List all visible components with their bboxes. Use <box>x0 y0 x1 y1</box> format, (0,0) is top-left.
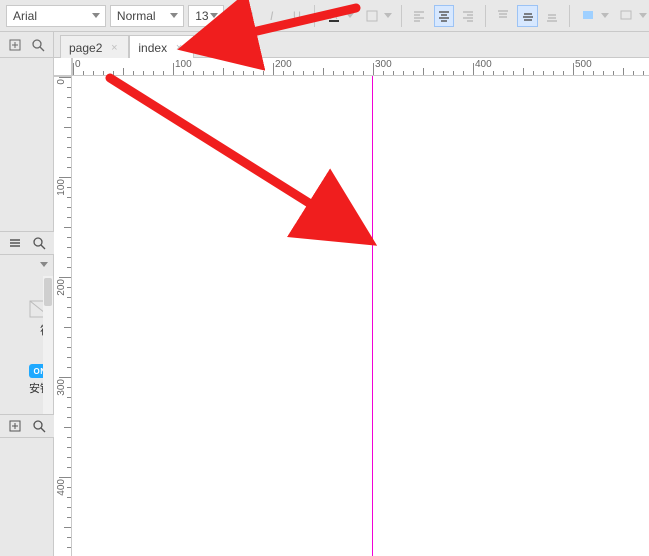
fill-color-icon[interactable] <box>577 5 599 27</box>
ruler-corner <box>54 58 72 76</box>
svg-text:I: I <box>270 9 274 23</box>
chevron-down-icon[interactable] <box>344 5 356 27</box>
align-right-button[interactable] <box>458 5 478 27</box>
close-icon[interactable]: × <box>173 42 185 54</box>
more-format-icon[interactable] <box>360 5 382 27</box>
scroll-thumb[interactable] <box>44 278 52 306</box>
tab-page2[interactable]: page2 × <box>60 35 129 59</box>
valign-bottom-button[interactable] <box>542 5 562 27</box>
masters-panel-header <box>0 414 54 438</box>
font-size-select[interactable]: 13 <box>188 5 223 27</box>
chevron-down-icon[interactable] <box>599 5 611 27</box>
search-icon[interactable] <box>29 36 47 54</box>
font-family-value: Arial <box>13 9 37 23</box>
italic-button[interactable]: I <box>263 5 283 27</box>
horizontal-ruler[interactable]: 0100200300400500 <box>72 58 649 76</box>
vertical-guide[interactable] <box>372 76 373 556</box>
valign-top-button[interactable] <box>493 5 513 27</box>
tab-index[interactable]: index × <box>129 35 194 59</box>
document-tabs: page2 × index × <box>54 32 194 58</box>
bold-button[interactable]: B <box>238 5 258 27</box>
fill-color-split[interactable] <box>577 5 611 27</box>
search-icon[interactable] <box>30 417 48 435</box>
align-center-button[interactable] <box>434 5 454 27</box>
font-weight-select[interactable]: Normal <box>110 5 184 27</box>
svg-text:B: B <box>245 9 254 23</box>
subheader-row: page2 × index × <box>0 32 649 58</box>
close-icon[interactable]: × <box>108 42 120 54</box>
panel-dropdown[interactable] <box>0 255 54 275</box>
font-family-select[interactable]: Arial <box>6 5 106 27</box>
menu-icon[interactable] <box>6 234 24 252</box>
chevron-down-icon <box>209 11 219 21</box>
svg-text:U: U <box>293 10 301 22</box>
add-icon[interactable] <box>6 417 24 435</box>
add-page-icon[interactable] <box>6 36 24 54</box>
chevron-down-icon <box>169 11 179 21</box>
left-sidebar: 符 ON 安钮 <box>0 58 54 556</box>
formatting-toolbar: Arial Normal 13 B I U A <box>0 0 649 32</box>
separator <box>569 5 570 27</box>
left-panel-top-controls <box>0 32 54 58</box>
search-icon[interactable] <box>30 234 48 252</box>
design-stage: 0100200300400500 0100200300400500 <box>54 58 649 556</box>
extra-format-split[interactable] <box>360 5 394 27</box>
separator <box>231 5 232 27</box>
widgets-panel-header <box>0 231 54 255</box>
separator <box>314 5 315 27</box>
text-color-icon[interactable]: A <box>322 5 344 27</box>
align-left-button[interactable] <box>409 5 429 27</box>
canvas[interactable] <box>72 76 649 556</box>
valign-middle-button[interactable] <box>517 5 537 27</box>
separator <box>485 5 486 27</box>
panel-scrollbar[interactable] <box>43 276 53 414</box>
line-color-split[interactable] <box>615 5 649 27</box>
underline-button[interactable]: U <box>287 5 307 27</box>
font-weight-value: Normal <box>117 9 156 23</box>
chevron-down-icon[interactable] <box>637 5 649 27</box>
font-size-value: 13 <box>195 9 208 23</box>
tab-label: index <box>138 41 167 55</box>
separator <box>401 5 402 27</box>
chevron-down-icon <box>91 11 101 21</box>
text-color-split[interactable]: A <box>322 5 356 27</box>
chevron-down-icon[interactable] <box>382 5 394 27</box>
vertical-ruler[interactable]: 0100200300400500 <box>54 76 72 556</box>
tab-label: page2 <box>69 41 102 55</box>
chevron-down-icon <box>40 262 48 268</box>
line-color-icon[interactable] <box>615 5 637 27</box>
